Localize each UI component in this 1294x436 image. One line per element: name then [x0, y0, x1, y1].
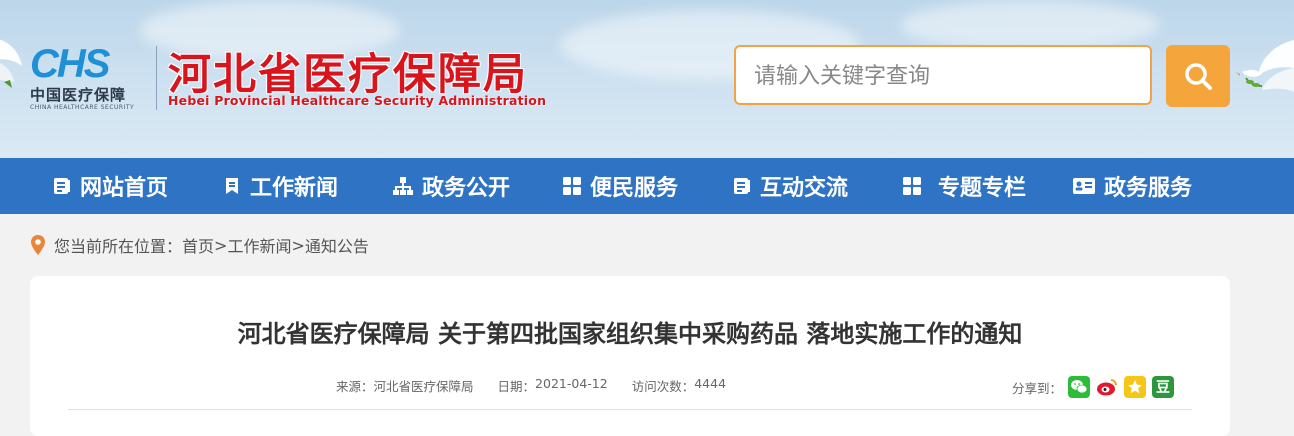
- weibo-icon: [1097, 379, 1117, 396]
- share-qzone-button[interactable]: [1124, 376, 1147, 398]
- breadcrumb-separator: >: [214, 235, 228, 255]
- visits-value: 4444: [694, 376, 727, 391]
- nav-label: 政务服务: [1104, 176, 1193, 201]
- wechat-icon: [1071, 380, 1088, 394]
- article-meta: 来源： 河北省医疗保障局 日期： 2021-04-12 访问次数： 4444: [336, 376, 726, 395]
- breadcrumb-prefix: 您当前所在位置：: [54, 237, 183, 256]
- site-subtitle: Hebei Provincial Healthcare Security Adm…: [168, 93, 547, 108]
- nav-item-work-news[interactable]: 工作新闻: [222, 158, 338, 214]
- breadcrumb-home[interactable]: 首页: [182, 233, 214, 257]
- bookmark-icon: [226, 178, 238, 194]
- svg-text:CHS: CHS: [30, 44, 111, 82]
- breadcrumb-separator: >: [291, 235, 305, 255]
- list-doc-icon: [734, 178, 750, 194]
- logo-chinese-name: 中国医疗保障: [30, 86, 127, 104]
- date-value: 2021-04-12: [535, 376, 608, 391]
- share-label: 分享到：: [1012, 380, 1063, 396]
- source-value: 河北省医疗保障局: [373, 379, 474, 394]
- dove-left-icon: [0, 39, 22, 88]
- chs-logo: CHS: [30, 44, 113, 82]
- share-wechat-button[interactable]: [1068, 376, 1091, 398]
- share-douban-button[interactable]: 豆: [1152, 376, 1175, 398]
- search-icon: [1185, 63, 1212, 90]
- search-button[interactable]: [1166, 45, 1230, 107]
- article-card: 河北省医疗保障局 关于第四批国家组织集中采购药品 落地实施工作的通知 来源： 河…: [30, 276, 1230, 436]
- org-chart-icon: [393, 177, 413, 195]
- douban-icon: 豆: [1156, 380, 1171, 396]
- nav-item-gov-affairs-open[interactable]: 政务公开: [392, 158, 510, 214]
- nav-label: 互动交流: [760, 176, 849, 201]
- nav-item-special-topics[interactable]: 专题专栏: [902, 158, 1026, 214]
- nav-item-gov-services[interactable]: 政务服务: [1072, 158, 1192, 214]
- id-card-icon: [1073, 178, 1095, 194]
- logo-english-name: CHINA HEALTHCARE SECURITY: [30, 104, 135, 111]
- share-bar: 分享到： 豆: [1012, 376, 1175, 398]
- search-box: [734, 45, 1152, 105]
- nav-item-home[interactable]: 网站首页: [52, 158, 168, 214]
- nav-item-convenience-services[interactable]: 便民服务: [562, 158, 678, 214]
- main-nav: 网站首页 工作新闻 政务公开 便民服务 互动交流 专题专栏 政务服务: [0, 158, 1294, 214]
- nav-label: 网站首页: [80, 176, 169, 201]
- article-divider: [68, 409, 1192, 410]
- cloud-decoration: [900, 0, 1160, 50]
- logo-divider: [156, 46, 157, 110]
- nav-item-interaction[interactable]: 互动交流: [732, 158, 848, 214]
- breadcrumb-notices[interactable]: 通知公告: [305, 233, 369, 257]
- nav-label: 政务公开: [422, 176, 511, 201]
- article-title: 河北省医疗保障局 关于第四批国家组织集中采购药品 落地实施工作的通知: [237, 320, 1023, 348]
- nav-label: 专题专栏: [938, 176, 1027, 201]
- dove-right-icon: [1236, 40, 1294, 92]
- share-weibo-button[interactable]: [1096, 376, 1119, 398]
- nav-label: 工作新闻: [250, 176, 339, 201]
- grid-icon: [563, 177, 581, 195]
- breadcrumb-work-news[interactable]: 工作新闻: [227, 233, 291, 257]
- location-pin-icon: [31, 235, 45, 255]
- site-header: CHS 中国医疗保障 CHINA HEALTHCARE SECURITY 河北省…: [0, 0, 1294, 158]
- source-label: 来源：: [336, 379, 374, 394]
- visits-label: 访问次数：: [631, 379, 695, 394]
- search-input[interactable]: [752, 47, 1136, 105]
- date-label: 日期：: [497, 379, 536, 394]
- breadcrumb: 您当前所在位置： 首页 > 工作新闻 > 通知公告: [30, 232, 369, 258]
- nav-label: 便民服务: [590, 176, 679, 201]
- grid-icon: [903, 177, 921, 195]
- star-icon: [1128, 380, 1143, 394]
- list-doc-icon: [54, 178, 70, 194]
